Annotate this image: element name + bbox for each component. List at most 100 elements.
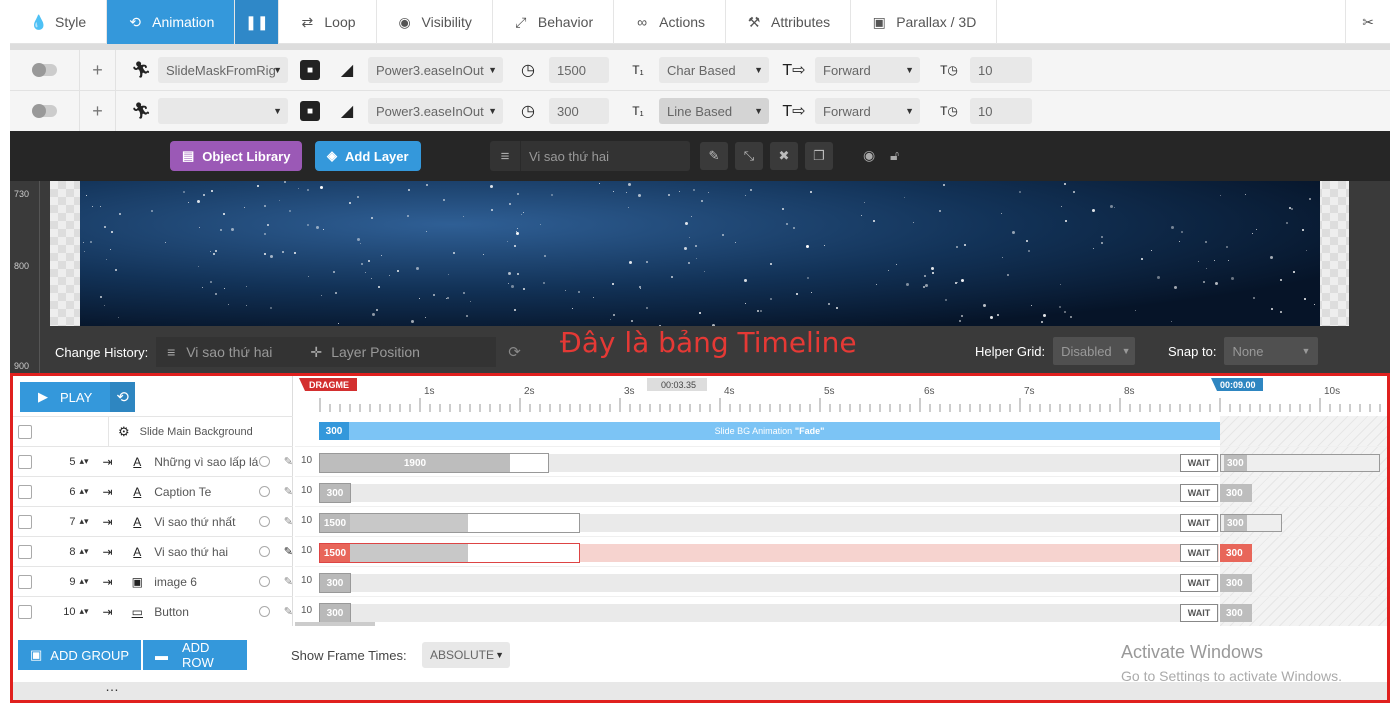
sort-icon[interactable]: ▴▾ [80,576,89,587]
visibility-radio[interactable] [258,606,270,617]
visibility-radio[interactable] [258,486,270,497]
history-select[interactable]: ≡ Vi sao thứ hai [156,337,302,367]
add-frame-button[interactable]: + [80,91,116,131]
add-frame-button[interactable]: + [80,50,116,90]
attach-button[interactable]: ✂ [1345,0,1390,44]
rewind-icon[interactable]: ⟲ [110,382,135,412]
out-frame-bar[interactable]: 300 [1220,484,1252,502]
sort-icon[interactable]: ▴▾ [80,486,89,497]
layer-name-field[interactable]: ≡ Vi sao thứ hai [490,141,690,171]
bg-animation-bar[interactable]: 300 Slide BG Animation "Fade" [319,422,1220,440]
save-icon[interactable]: ■ [300,60,320,80]
pencil-icon[interactable]: ✎ [284,515,293,528]
delay-input[interactable]: 10 [970,98,1032,124]
speed-input[interactable]: 300 [549,98,609,124]
duplicate-icon[interactable]: ❐ [805,142,833,170]
pencil-icon[interactable]: ✎ [284,485,293,498]
animation-in-toggle[interactable] [10,50,80,90]
transition-select[interactable]: SlideMaskFromRig ▼ [158,57,288,83]
layer-row[interactable]: 9 ▴▾ ⇥ ▣ image 6 ✎ [13,566,293,596]
pencil-icon[interactable]: ✎ [284,545,293,558]
layer-row[interactable]: 5 ▴▾ ⇥ A Những vì sao lấp lá ✎ [13,446,293,476]
direction-select[interactable]: Forward ▼ [815,98,920,124]
sort-icon[interactable]: ▴▾ [80,606,89,617]
wait-badge[interactable]: WAIT [1180,604,1218,622]
time-ruler[interactable]: 1s 2s 3s 4s 5s 6s 7s 8s 10s DRAGME 00:03.35 00:09.0… [295,376,1391,416]
ease-select[interactable]: Power3.easeInOut ▼ [368,57,503,83]
direction-select[interactable]: Forward ▼ [815,57,920,83]
unlock-icon[interactable]: 🔓︎ [890,147,899,164]
shrink-icon[interactable]: ⤡ [735,142,763,170]
tab-visibility[interactable]: ◉ Visibility [377,0,493,44]
visibility-radio[interactable] [258,546,270,557]
sort-icon[interactable]: ▴▾ [80,516,89,527]
layer-duration-bar[interactable] [319,604,1219,622]
out-frame-bar[interactable]: 300 [1220,454,1380,472]
out-frame-bar[interactable]: 300 [1220,604,1252,622]
arrow-to-end-icon[interactable]: ⇥ [103,545,117,559]
out-frame-bar[interactable]: 300 [1220,514,1282,532]
checkbox[interactable] [18,424,32,439]
visibility-radio[interactable] [258,516,270,527]
pencil-icon[interactable]: ✎ [284,455,293,468]
checkbox[interactable] [18,454,32,469]
tab-loop[interactable]: ⇄ Loop [279,0,377,44]
checkbox[interactable] [18,604,32,619]
horizontal-scrollbar[interactable] [295,622,375,626]
arrow-to-end-icon[interactable]: ⇥ [103,605,117,619]
wait-badge[interactable]: WAIT [1180,484,1218,502]
save-icon[interactable]: ■ [300,101,320,121]
pause-button[interactable]: ❚❚ [235,0,280,44]
layer-row[interactable]: 7 ▴▾ ⇥ A Vi sao thứ nhất ✎ [13,506,293,536]
wait-badge[interactable]: WAIT [1180,454,1218,472]
object-library-button[interactable]: ▤ Object Library [170,141,303,171]
wait-badge[interactable]: WAIT [1180,574,1218,592]
helper-grid-select[interactable]: Disabled ▼ [1053,337,1136,365]
trash-icon[interactable]: ✖ [770,142,798,170]
split-select[interactable]: Char Based ▼ [659,57,769,83]
arrow-to-end-icon[interactable]: ⇥ [103,455,117,469]
tab-attributes[interactable]: ⚒ Attributes [726,0,852,44]
layer-duration-bar[interactable] [319,574,1219,592]
transition-select[interactable]: ▼ [158,98,288,124]
out-frame-bar[interactable]: 300 [1220,544,1252,562]
checkbox[interactable] [18,514,32,529]
arrow-to-end-icon[interactable]: ⇥ [103,515,117,529]
wait-badge[interactable]: WAIT [1180,544,1218,562]
pencil-icon[interactable]: ✎ [284,605,293,618]
checkbox[interactable] [18,574,32,589]
resize-handle[interactable]: … [13,678,1387,700]
speed-input[interactable]: 1500 [549,57,609,83]
add-group-button[interactable]: ▣ ADD GROUP [18,640,142,670]
checkbox[interactable] [18,544,32,559]
pencil-icon[interactable]: ✎ [700,142,728,170]
checkbox[interactable] [18,484,32,499]
sort-icon[interactable]: ▴▾ [80,456,89,467]
add-layer-button[interactable]: ◈ Add Layer [315,141,421,171]
wait-badge[interactable]: WAIT [1180,514,1218,532]
layer-row[interactable]: 6 ▴▾ ⇥ A Caption Te ✎ [13,476,293,506]
ease-select[interactable]: Power3.easeInOut ▼ [368,98,503,124]
slide-canvas[interactable] [50,181,1349,326]
frame-times-select[interactable]: ABSOLUTE ▼ [422,642,510,668]
visibility-radio[interactable] [258,456,270,467]
split-select[interactable]: Line Based ▼ [659,98,769,124]
eye-icon[interactable]: ◉ [863,147,875,164]
layer-duration-bar[interactable] [319,484,1219,502]
play-button[interactable]: ▶ PLAY ⟲ [20,382,135,412]
snap-to-select[interactable]: None ▼ [1224,337,1319,365]
add-row-button[interactable]: ▬ ADD ROW [143,640,247,670]
tab-style[interactable]: 💧 Style [10,0,108,44]
sort-icon[interactable]: ▴▾ [80,546,89,557]
layer-row[interactable]: 10 ▴▾ ⇥ ▭ Button ✎ [13,596,293,626]
tab-animation[interactable]: ⟲ Animation [107,0,236,44]
tab-parallax[interactable]: ▣ Parallax / 3D [851,0,998,44]
arrow-to-end-icon[interactable]: ⇥ [103,575,117,589]
layer-row[interactable]: 8 ▴▾ ⇥ A Vi sao thứ hai ✎ [13,536,293,566]
tab-actions[interactable]: ∞ Actions [614,0,727,44]
pencil-icon[interactable]: ✎ [284,575,293,588]
refresh-icon[interactable]: ⟳ [508,343,521,361]
out-frame-bar[interactable]: 300 [1220,574,1252,592]
layer-position-field[interactable]: ✛ Layer Position [301,337,497,367]
arrow-to-end-icon[interactable]: ⇥ [103,485,117,499]
